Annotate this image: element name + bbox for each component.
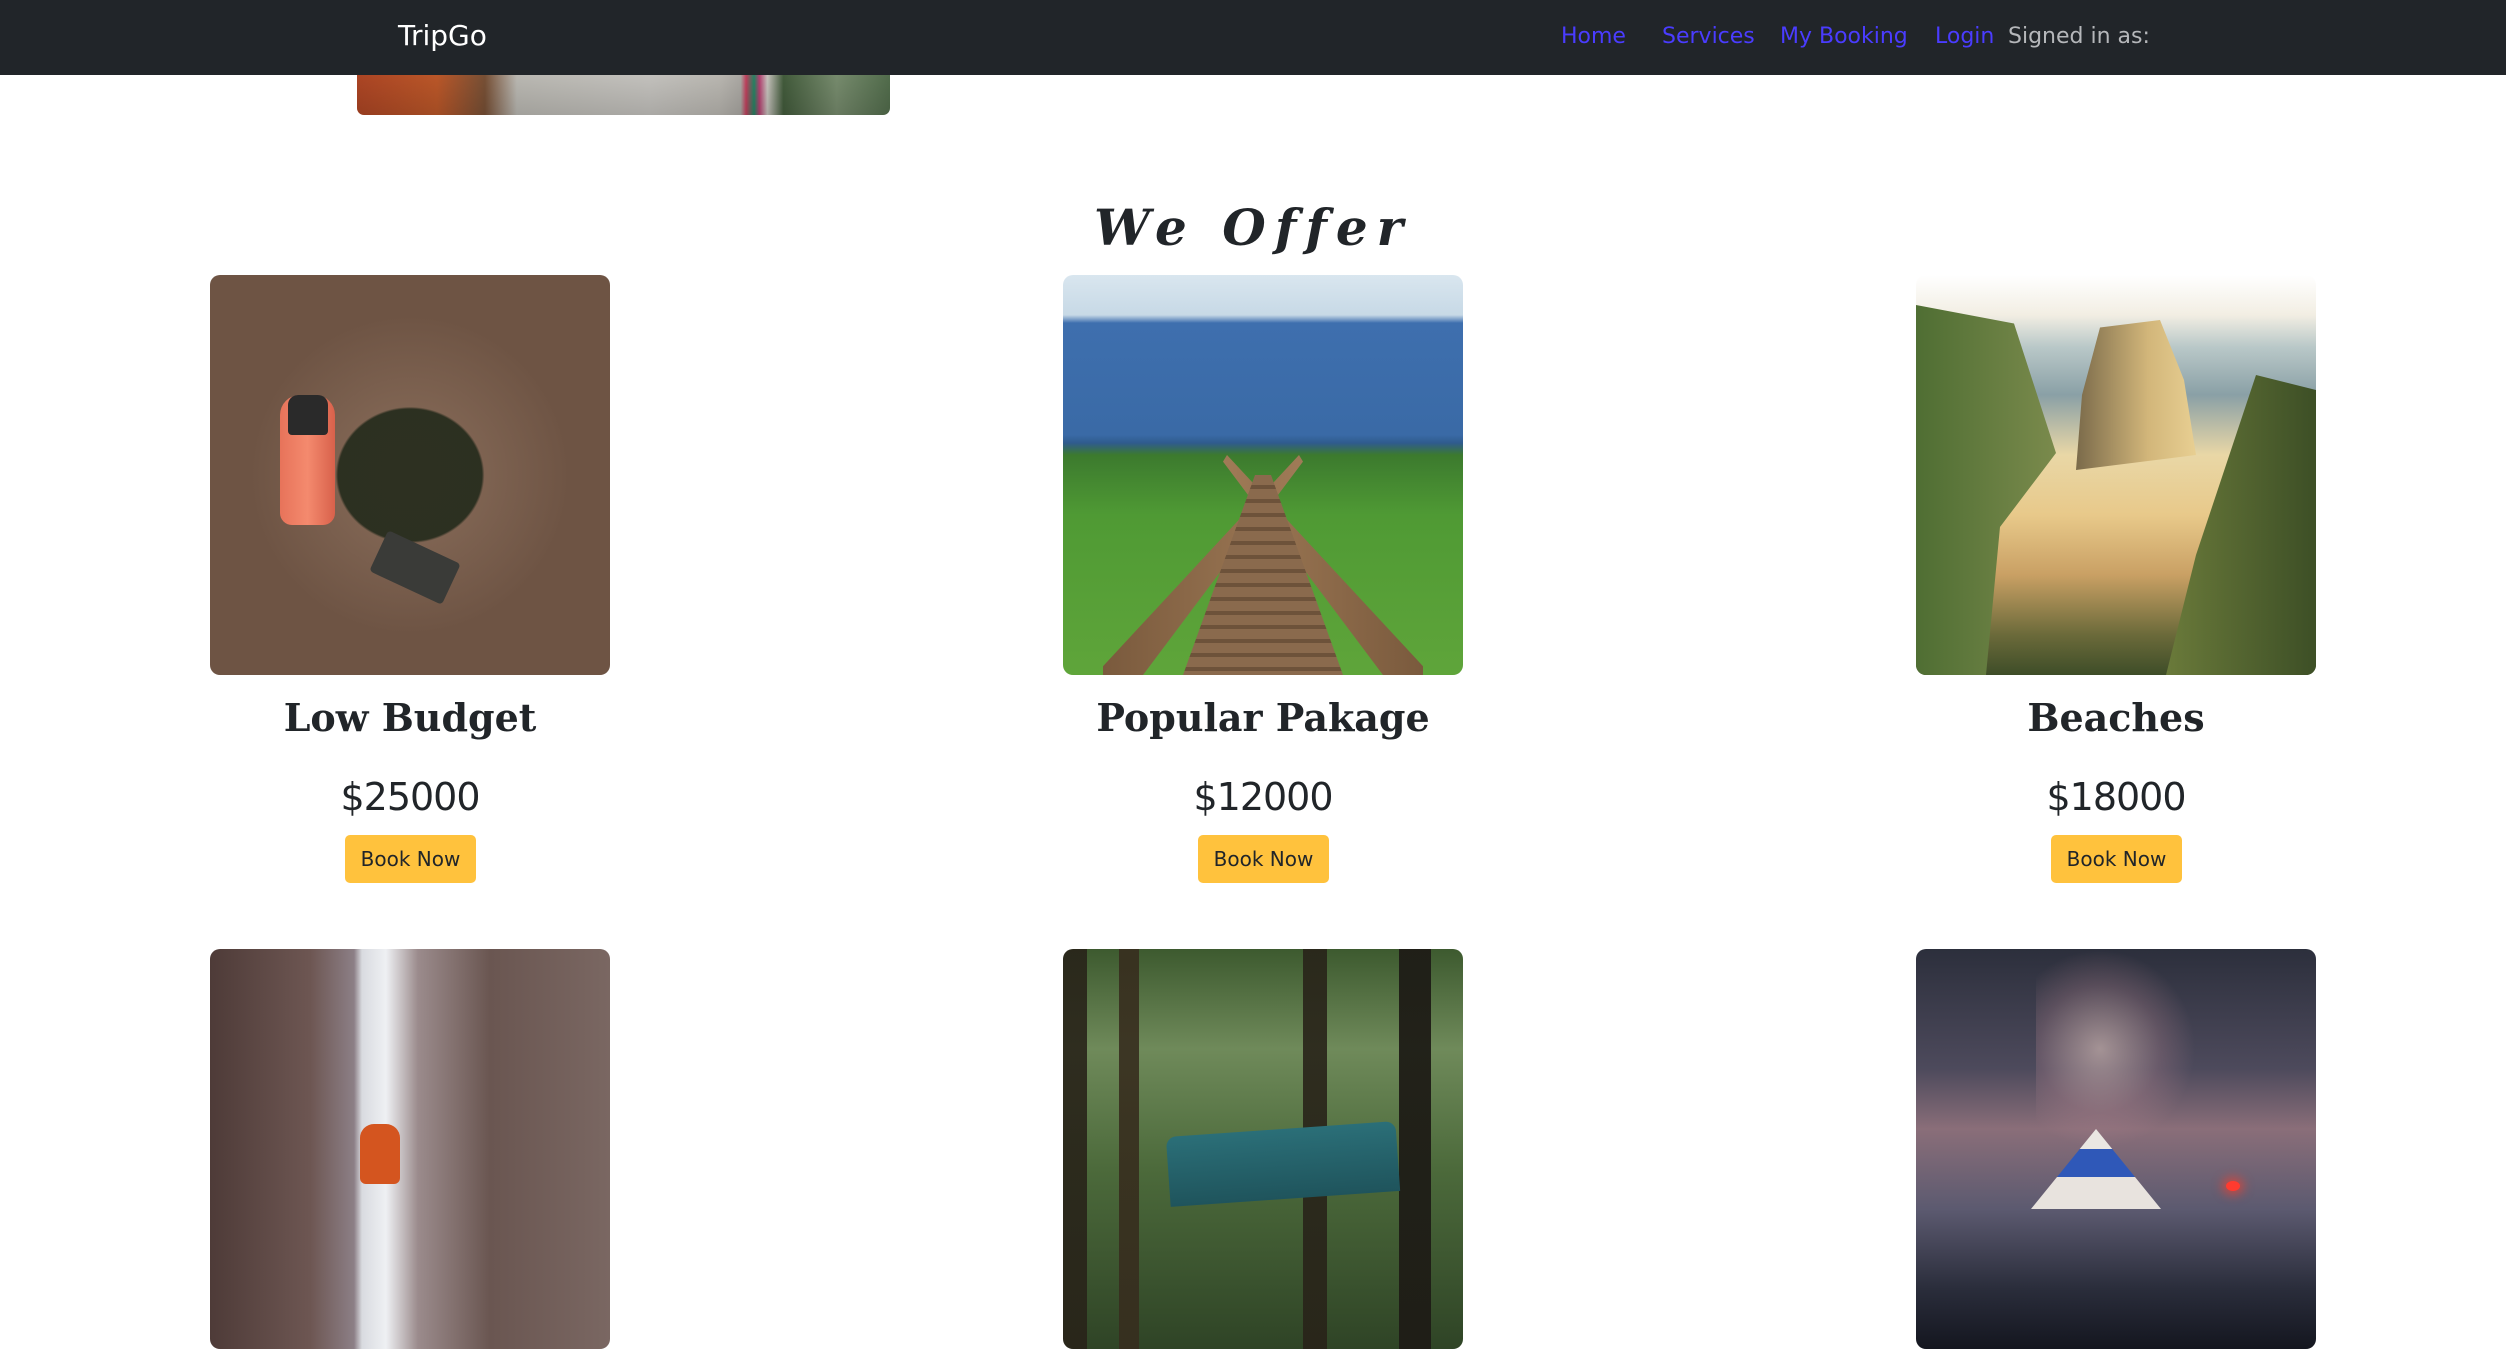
- offer-image-forest: [1063, 949, 1463, 1349]
- offer-card-camping: [1916, 949, 2316, 1349]
- book-now-button[interactable]: Book Now: [345, 835, 476, 883]
- offer-card-forest: [1063, 949, 1463, 1349]
- offer-price: $18000: [2046, 775, 2186, 819]
- offer-price: $12000: [1193, 775, 1333, 819]
- offer-image-camping: [1916, 949, 2316, 1349]
- offer-card-beaches: Beaches $18000 Book Now: [1916, 275, 2316, 883]
- book-now-button[interactable]: Book Now: [1198, 835, 1329, 883]
- signed-in-label: Signed in as:: [2008, 24, 2150, 49]
- offer-price: $25000: [340, 775, 480, 819]
- offer-image-low-budget: [210, 275, 610, 675]
- offer-image-popular-pakage: [1063, 275, 1463, 675]
- section-title: We Offer: [1093, 198, 1413, 257]
- top-navbar: TripGo Home Services My Booking Login Si…: [0, 0, 2506, 75]
- offer-image-climbing: [210, 949, 610, 1349]
- brand-logo-link[interactable]: TripGo: [398, 19, 487, 52]
- nav-link-my-booking[interactable]: My Booking: [1780, 24, 1908, 49]
- offer-title: Low Budget: [283, 695, 537, 740]
- offer-card-climbing: [210, 949, 610, 1349]
- offer-image-beaches: [1916, 275, 2316, 675]
- book-now-button[interactable]: Book Now: [2051, 835, 2182, 883]
- nav-link-login[interactable]: Login: [1935, 24, 1994, 49]
- offer-card-popular-pakage: Popular Pakage $12000 Book Now: [1063, 275, 1463, 883]
- offer-title: Beaches: [2027, 695, 2205, 740]
- offer-title: Popular Pakage: [1096, 695, 1430, 740]
- nav-link-home[interactable]: Home: [1561, 24, 1626, 49]
- nav-link-services[interactable]: Services: [1662, 24, 1755, 49]
- offer-card-low-budget: Low Budget $25000 Book Now: [210, 275, 610, 883]
